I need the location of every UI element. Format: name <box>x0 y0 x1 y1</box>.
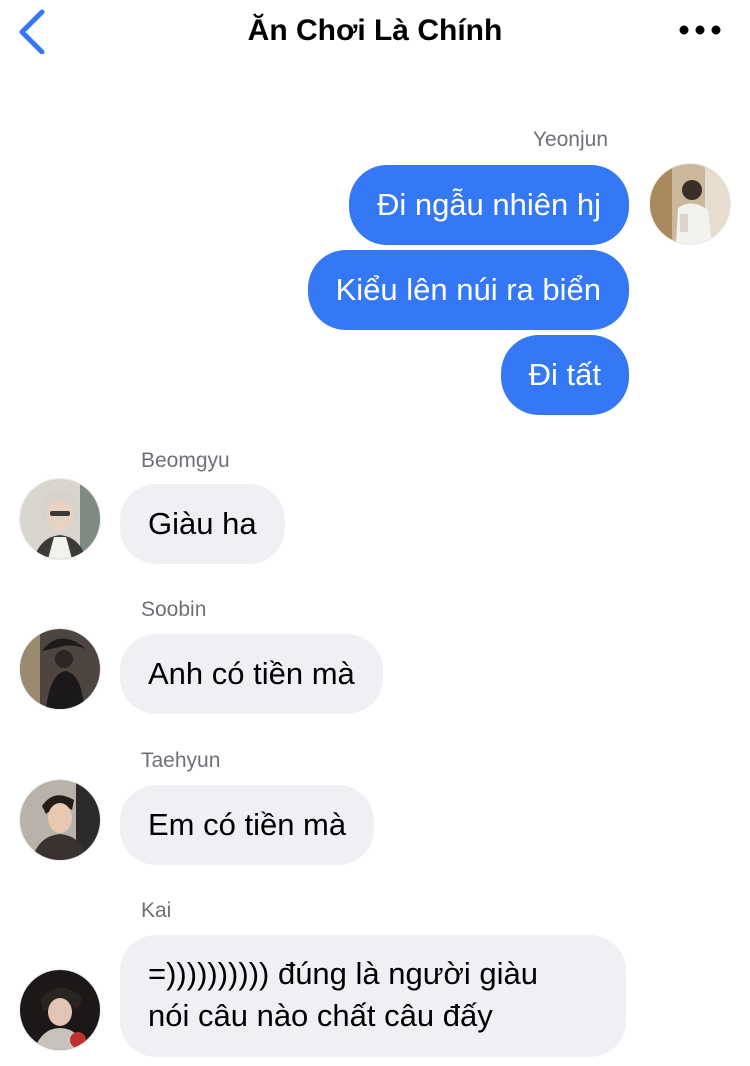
avatar-soobin[interactable] <box>20 629 100 709</box>
message-text: =)))))))))) đúng là người giàu <box>148 956 538 991</box>
message-bubble[interactable]: Em có tiền mà <box>120 785 375 865</box>
message-bubble[interactable]: Giàu ha <box>120 484 285 564</box>
message-bubble[interactable]: Đi ngẫu nhiên hj <box>348 165 629 245</box>
message-text: Đi tất <box>528 357 601 392</box>
message-text: Anh có tiền mà <box>148 656 355 691</box>
sender-name-yeonjun: Yeonjun <box>532 128 608 151</box>
message-bubble[interactable]: Anh có tiền mà <box>120 634 383 714</box>
avatar-kai[interactable] <box>20 970 100 1050</box>
message-bubble[interactable]: =)))))))))) đúng là người giàu nói câu n… <box>120 935 626 1057</box>
message-bubble[interactable]: Kiểu lên núi ra biển <box>307 250 629 330</box>
sender-name-soobin: Soobin <box>141 598 207 621</box>
chevron-left-icon <box>19 9 45 54</box>
avatar-taehyun[interactable] <box>20 780 100 860</box>
more-options-button[interactable] <box>678 16 722 44</box>
sender-name-beomgyu: Beomgyu <box>141 449 230 472</box>
message-bubble[interactable]: Đi tất <box>500 335 629 415</box>
message-text: nói câu nào chất câu đấy <box>148 998 493 1033</box>
chat-header: Ăn Chơi Là Chính <box>0 0 750 64</box>
message-text: Em có tiền mà <box>148 807 347 842</box>
ellipsis-icon <box>679 25 721 35</box>
message-text: Giàu ha <box>148 506 257 541</box>
message-text: Đi ngẫu nhiên hj <box>376 187 601 222</box>
back-button[interactable] <box>14 8 54 54</box>
sender-name-taehyun: Taehyun <box>141 749 221 772</box>
avatar-yeonjun[interactable] <box>650 164 730 244</box>
avatar-beomgyu[interactable] <box>20 479 100 559</box>
message-text: Kiểu lên núi ra biển <box>335 272 601 307</box>
sender-name-kai: Kai <box>141 899 172 922</box>
chat-title: Ăn Chơi Là Chính <box>247 14 503 47</box>
